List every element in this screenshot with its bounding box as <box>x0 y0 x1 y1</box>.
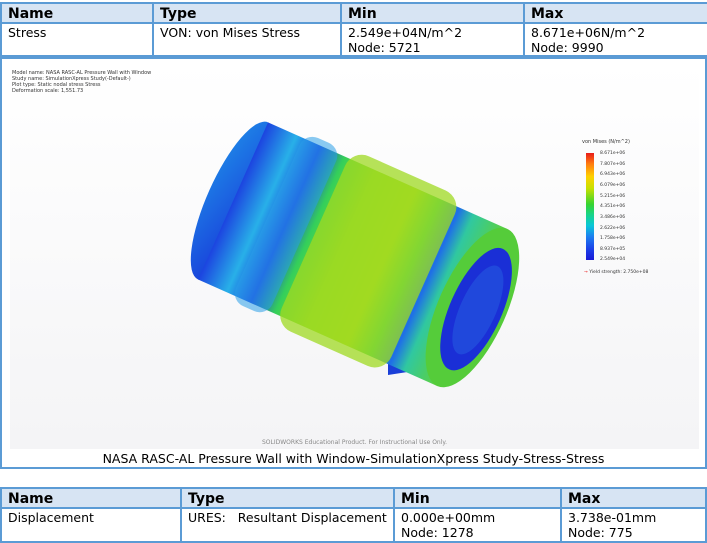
stress-name: Stress <box>0 22 154 57</box>
stress-max-node: Node: 9990 <box>531 40 604 55</box>
header-min: Min <box>393 487 562 509</box>
stress-type: VON: von Mises Stress <box>152 22 342 57</box>
header-type: Type <box>180 487 395 509</box>
stress-min-cell: 2.549e+04N/m^2 Node: 5721 <box>340 22 525 57</box>
displacement-max-node: Node: 775 <box>568 525 633 540</box>
yield-strength-text: Yield strength: 2.750e+08 <box>589 270 649 275</box>
legend-tick: 3.486e+06 <box>600 215 626 220</box>
yield-arrow-icon: → <box>584 270 588 275</box>
stress-plot-image: Model name: NASA RASC-AL Pressure Wall w… <box>10 63 699 449</box>
displacement-min-node: Node: 1278 <box>401 525 474 540</box>
legend-tick: 1.758e+06 <box>600 236 626 241</box>
header-name: Name <box>0 2 154 24</box>
legend-title: von Mises (N/m^2) <box>582 139 630 145</box>
displacement-min-cell: 0.000e+00mm Node: 1278 <box>393 507 562 543</box>
stress-max-cell: 8.671e+06N/m^2 Node: 9990 <box>523 22 707 57</box>
legend-tick: 4.351e+06 <box>600 204 626 209</box>
header-max: Max <box>523 2 707 24</box>
stress-min-node: Node: 5721 <box>348 40 421 55</box>
displacement-table-row: Displacement URES: Resultant Displacemen… <box>0 507 707 543</box>
stress-plot-frame: Model name: NASA RASC-AL Pressure Wall w… <box>0 57 707 469</box>
header-name: Name <box>0 487 182 509</box>
legend-tick: 2.622e+06 <box>600 226 626 231</box>
stress-table-row: Stress VON: von Mises Stress 2.549e+04N/… <box>0 22 707 57</box>
legend-tick: 6.943e+06 <box>600 172 626 177</box>
legend-tick: 8.937e+05 <box>600 247 626 252</box>
stress-legend: von Mises (N/m^2) 8.671e+06 7.807e+06 6.… <box>576 135 656 275</box>
stress-max-value: 8.671e+06N/m^2 <box>531 25 646 40</box>
legend-colorbar <box>586 153 594 260</box>
yield-strength: → Yield strength: 2.750e+08 <box>584 270 648 275</box>
legend-tick: 6.079e+06 <box>600 183 626 188</box>
displacement-type-text: URES: Resultant Displacement <box>188 510 387 525</box>
displacement-max-value: 3.738e-01mm <box>568 510 657 525</box>
header-max: Max <box>560 487 707 509</box>
displacement-name: Displacement <box>0 507 182 543</box>
stress-results-table: Name Type Min Max Stress VON: von Mises … <box>0 2 707 57</box>
legend-tick: 8.671e+06 <box>600 151 626 156</box>
solidworks-watermark: SOLIDWORKS Educational Product. For Inst… <box>261 439 447 446</box>
displacement-min-value: 0.000e+00mm <box>401 510 496 525</box>
displacement-results-table: Name Type Min Max Displacement URES: Res… <box>0 487 707 543</box>
legend-tick: 5.215e+06 <box>600 194 626 199</box>
legend-tick: 7.807e+06 <box>600 162 626 167</box>
stress-table-header: Name Type Min Max <box>0 2 707 24</box>
plot-caption: NASA RASC-AL Pressure Wall with Window-S… <box>102 451 605 466</box>
header-type: Type <box>152 2 342 24</box>
legend-tick: 2.549e+04 <box>600 257 626 262</box>
header-min: Min <box>340 2 525 24</box>
displacement-max-cell: 3.738e-01mm Node: 775 <box>560 507 707 543</box>
displacement-table-header: Name Type Min Max <box>0 487 707 509</box>
stress-min-value: 2.549e+04N/m^2 <box>348 25 463 40</box>
displacement-type: URES: Resultant Displacement <box>180 507 395 543</box>
pressure-vessel-body <box>190 121 520 388</box>
